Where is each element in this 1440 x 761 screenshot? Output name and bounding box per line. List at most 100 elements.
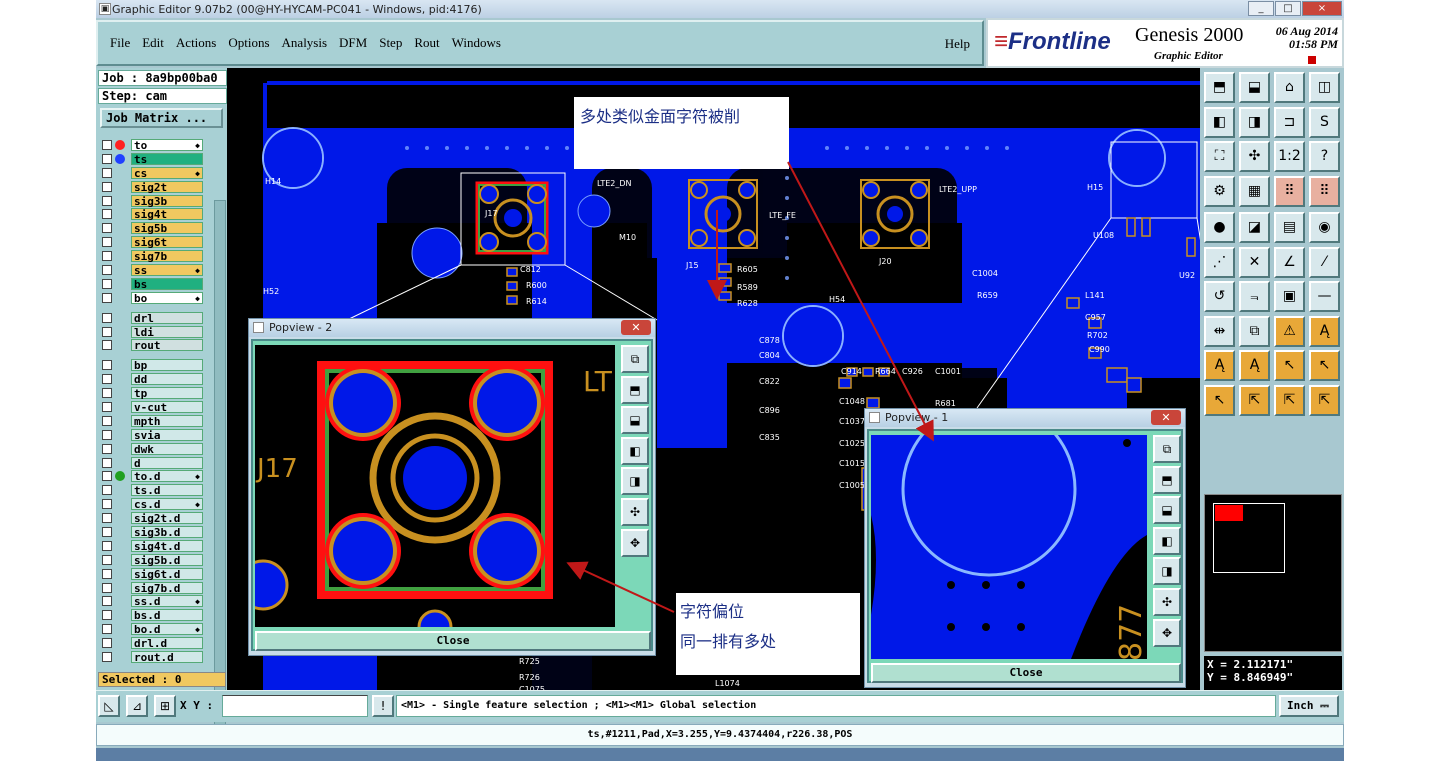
close-window-button[interactable]: × [1302, 1, 1342, 16]
connect-icon[interactable]: ⋰ [1204, 246, 1235, 278]
line-red-icon[interactable]: ∠ [1274, 246, 1305, 278]
move-icon[interactable]: ⇹ [1204, 315, 1235, 347]
layer-row-drl[interactable]: drl [100, 311, 204, 325]
zoom-left-icon[interactable]: ◧ [1204, 106, 1235, 138]
a-dot-icon[interactable]: ↖ [1309, 350, 1340, 381]
layer-row-bs[interactable]: bs [100, 277, 204, 291]
layer-row-d[interactable]: d [100, 456, 204, 470]
help-icon[interactable]: ? [1309, 141, 1340, 172]
zoom-right-icon[interactable]: ◨ [1239, 106, 1270, 138]
layer-checkbox[interactable] [102, 596, 112, 607]
slash-icon[interactable]: ⫬ [1239, 281, 1270, 312]
popview-zoom-out-icon[interactable]: ✥ [621, 528, 649, 557]
layer-checkbox[interactable] [102, 652, 112, 662]
popview-zoom-out-icon[interactable]: ✥ [1153, 618, 1181, 647]
ff-icon[interactable]: — [1309, 281, 1340, 312]
layer-row-mpth[interactable]: mpth [100, 414, 204, 428]
layer-checkbox[interactable] [102, 499, 112, 510]
menu-file[interactable]: File [110, 35, 130, 51]
layer-checkbox[interactable] [102, 443, 112, 454]
menu-analysis[interactable]: Analysis [282, 35, 328, 51]
layer-checkbox[interactable] [102, 153, 112, 164]
center-icon[interactable]: ✣ [1239, 141, 1270, 172]
popview-zoom-icon[interactable]: ⧉ [621, 345, 649, 373]
layer-row-cs-d[interactable]: cs.d ◆ [100, 497, 204, 511]
grid-icon[interactable]: ▦ [1239, 175, 1270, 207]
cross-icon[interactable]: ✕ [1239, 246, 1270, 278]
menu-edit[interactable]: Edit [142, 35, 164, 51]
window-icon[interactable]: ◫ [1309, 72, 1340, 103]
layer-row-drl-d[interactable]: drl.d [100, 636, 204, 650]
layer-checkbox[interactable] [102, 209, 112, 220]
layer-red2-icon[interactable]: ⠿ [1309, 175, 1340, 207]
mirror-icon[interactable]: ⊐ [1274, 106, 1305, 138]
layer-row-ss-d[interactable]: ss.d ◆ [100, 595, 204, 609]
popview-2-close-icon[interactable]: ✕ [621, 320, 651, 335]
layer-row-bs-d[interactable]: bs.d [100, 608, 204, 622]
layer-checkbox[interactable] [102, 526, 112, 537]
layer-row-bp[interactable]: bp [100, 358, 204, 372]
layer-checkbox[interactable] [102, 568, 112, 579]
minus-icon[interactable]: ⧉ [1239, 315, 1270, 347]
layer-row-to-d[interactable]: to.d ◆ [100, 469, 204, 483]
layer-row-sig5b[interactable]: sig5b [100, 221, 204, 235]
layer-checkbox[interactable] [102, 237, 112, 248]
resize-icon[interactable]: ⚠ [1274, 315, 1305, 347]
popview-pan-up-icon[interactable]: ⬒ [621, 375, 649, 404]
layer-checkbox[interactable] [102, 360, 112, 371]
layer-checkbox[interactable] [102, 582, 112, 593]
layer-row-v-cut[interactable]: v-cut [100, 400, 204, 414]
layer-row-sig4t-d[interactable]: sig4t.d [100, 539, 204, 553]
select-net-icon[interactable]: ⇱ [1309, 384, 1340, 416]
layer-row-ts[interactable]: ts [100, 152, 204, 166]
layer-checkbox[interactable] [102, 471, 112, 482]
layer-row-sig7b-d[interactable]: sig7b.d [100, 581, 204, 595]
layer-row-sig7b[interactable]: sig7b [100, 249, 204, 263]
layer-row-dwk[interactable]: dwk [100, 442, 204, 456]
angle-icon[interactable]: ↺ [1204, 281, 1235, 312]
line-blue-icon[interactable]: ⁄ [1309, 246, 1340, 278]
menu-windows[interactable]: Windows [452, 35, 501, 51]
ratio-icon[interactable]: 1:2 [1274, 141, 1305, 172]
mini-map[interactable] [1204, 494, 1342, 652]
layer-row-sig2t-d[interactable]: sig2t.d [100, 511, 204, 525]
layer-checkbox[interactable] [102, 374, 112, 385]
layer-row-tp[interactable]: tp [100, 386, 204, 400]
popview-1-view[interactable]: 877 [871, 435, 1147, 659]
measure-icon[interactable]: ⊿ [126, 695, 148, 717]
layer-red-icon[interactable]: ⠿ [1274, 175, 1305, 207]
layer-checkbox[interactable] [102, 429, 112, 440]
popview-pan-left-icon[interactable]: ◧ [1153, 526, 1181, 555]
layer-checkbox[interactable] [102, 388, 112, 399]
menu-help[interactable]: Help [945, 36, 970, 52]
popview-1-close-button[interactable]: Close [871, 663, 1181, 683]
layer-checkbox[interactable] [102, 312, 112, 323]
layer-checkbox[interactable] [102, 513, 112, 524]
a-bar-icon[interactable]: ↖ [1274, 350, 1305, 381]
layer-checkbox[interactable] [102, 264, 112, 275]
job-matrix-button[interactable]: Job Matrix ... [100, 108, 223, 128]
layer-row-dd[interactable]: dd [100, 372, 204, 386]
triangle-icon[interactable]: Ą [1204, 350, 1235, 381]
menu-rout[interactable]: Rout [414, 35, 439, 51]
menu-dfm[interactable]: DFM [339, 35, 367, 51]
popview-1-close-icon[interactable]: ✕ [1151, 410, 1181, 425]
layer-checkbox[interactable] [102, 223, 112, 234]
target-icon[interactable]: ◉ [1309, 212, 1340, 243]
layer-scrollbar[interactable] [214, 200, 226, 734]
layer-row-sig4t[interactable]: sig4t [100, 207, 204, 221]
popview-zoom-in-icon[interactable]: ✣ [621, 497, 649, 526]
home-icon[interactable]: ⌂ [1274, 72, 1305, 103]
layer-row-rout-d[interactable]: rout.d [100, 650, 204, 664]
popview-zoom-icon[interactable]: ⧉ [1153, 435, 1181, 463]
popview-pan-up-icon[interactable]: ⬒ [1153, 465, 1181, 494]
popview-pan-right-icon[interactable]: ◨ [1153, 557, 1181, 586]
popview-pan-down-icon[interactable]: ⬓ [1153, 496, 1181, 525]
layer-checkbox[interactable] [102, 540, 112, 551]
layer-row-sig6t-d[interactable]: sig6t.d [100, 567, 204, 581]
popview-pan-down-icon[interactable]: ⬓ [621, 406, 649, 435]
snap-icon[interactable]: ◺ [98, 695, 120, 717]
layer-checkbox[interactable] [102, 167, 112, 178]
layer-checkbox[interactable] [102, 292, 112, 303]
layer-checkbox[interactable] [102, 485, 112, 496]
